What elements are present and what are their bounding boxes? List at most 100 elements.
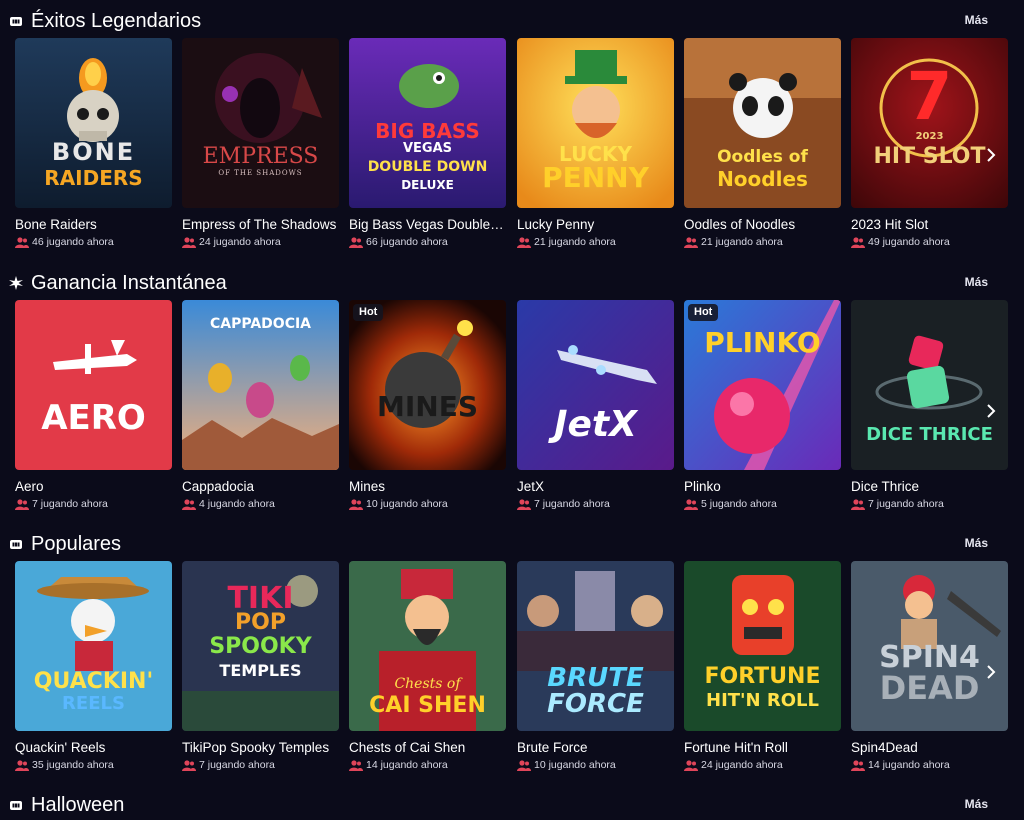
game-carousel: AERO Aero 7 jugando ahora CAPPADOCIA Cap… — [0, 300, 1024, 522]
players-count: 46 jugando ahora — [15, 236, 172, 250]
game-thumbnail: DICE THRICE — [851, 300, 1008, 470]
thumb-subtitle: DOUBLE DOWN — [367, 159, 488, 175]
thumb-title: QUACKIN' — [33, 669, 154, 694]
players-count: 21 jugando ahora — [517, 236, 674, 250]
players-count: 7 jugando ahora — [182, 759, 339, 773]
game-card-chests-of-cai-shen[interactable]: Chests of CAI SHEN Chests of Cai Shen 14… — [349, 561, 506, 783]
game-name: Brute Force — [517, 740, 588, 755]
players-count: 10 jugando ahora — [349, 498, 506, 512]
thumb-title: PLINKO — [704, 326, 821, 359]
carousel-next-button[interactable] — [983, 401, 999, 421]
section-title: Halloween — [31, 794, 125, 816]
more-link[interactable]: Más — [965, 13, 988, 27]
game-thumbnail: QUACKIN' REELS — [15, 561, 172, 731]
section-halloween: Halloween Más — [0, 790, 1024, 819]
thumb-subtitle: OF THE SHADOWS — [218, 169, 303, 177]
thumb-title: MINES — [376, 390, 478, 423]
thumb-title: BRUTE — [547, 663, 644, 693]
thumb-title: BIG BASS — [375, 119, 480, 143]
players-count: 10 jugando ahora — [517, 759, 674, 773]
game-card-fortune-hitn-roll[interactable]: FORTUNE HIT'N ROLL Fortune Hit'n Roll 24… — [684, 561, 841, 783]
game-name: TikiPop Spooky Temples — [182, 740, 330, 755]
game-card-cappadocia[interactable]: CAPPADOCIA Cappadocia 4 jugando ahora — [182, 300, 339, 522]
more-link[interactable]: Más — [965, 797, 988, 811]
game-carousel: BONE RAIDERS Bone Raiders 46 jugando aho… — [0, 38, 1024, 260]
users-icon — [15, 499, 29, 510]
game-card-big-bass-vegas[interactable]: BIG BASS VEGAS DOUBLE DOWN DELUXE Big Ba… — [349, 38, 506, 260]
game-card-oodles-of-noodles[interactable]: Oodles of Noodles Oodles of Noodles 21 j… — [684, 38, 841, 260]
game-name: Mines — [349, 479, 386, 494]
game-name: Plinko — [684, 479, 721, 494]
thumb-subtitle: REELS — [62, 693, 125, 714]
game-card-lucky-penny[interactable]: LUCKY PENNY Lucky Penny 21 jugando ahora — [517, 38, 674, 260]
burst-icon — [9, 276, 23, 290]
players-count: 66 jugando ahora — [349, 236, 506, 250]
players-text: 66 jugando ahora — [366, 236, 448, 248]
game-card-mines[interactable]: MINES Hot Mines 10 jugando ahora — [349, 300, 506, 522]
players-count: 7 jugando ahora — [851, 498, 1008, 512]
thumb-subtitle: TEMPLES — [219, 661, 302, 680]
game-thumbnail: BONE RAIDERS — [15, 38, 172, 208]
section-header: Ganancia Instantánea Más — [0, 268, 1024, 298]
users-icon — [517, 499, 531, 510]
players-text: 14 jugando ahora — [868, 759, 950, 771]
game-name: Bone Raiders — [15, 217, 97, 232]
users-icon — [684, 760, 698, 771]
users-icon — [851, 760, 865, 771]
game-card-empress-of-the-shadows[interactable]: EMPRESS OF THE SHADOWS Empress of The Sh… — [182, 38, 339, 260]
thumb-title: AERO — [41, 398, 146, 438]
thumb-title: FORTUNE — [704, 664, 821, 689]
players-text: 10 jugando ahora — [534, 759, 616, 771]
game-card-brute-force[interactable]: BRUTE FORCE Brute Force 10 jugando ahora — [517, 561, 674, 783]
game-card-aero[interactable]: AERO Aero 7 jugando ahora — [15, 300, 172, 522]
users-icon — [517, 237, 531, 248]
carousel-next-button[interactable] — [983, 662, 999, 682]
section-header: Populares Más — [0, 529, 1024, 559]
users-icon — [851, 499, 865, 510]
users-icon — [349, 499, 363, 510]
game-name: Cappadocia — [182, 479, 255, 494]
thumb-subtitle: DELUXE — [401, 178, 454, 192]
users-icon — [349, 760, 363, 771]
players-count: 14 jugando ahora — [349, 759, 506, 773]
users-icon — [182, 499, 196, 510]
players-count: 14 jugando ahora — [851, 759, 1008, 773]
hot-badge: Hot — [688, 304, 719, 321]
thumb-title: BONE — [51, 138, 136, 166]
game-name: Lucky Penny — [517, 217, 595, 232]
game-name: Fortune Hit'n Roll — [684, 740, 788, 755]
game-card-bone-raiders[interactable]: BONE RAIDERS Bone Raiders 46 jugando aho… — [15, 38, 172, 260]
users-icon — [851, 237, 865, 248]
thumb-subtitle: POP — [235, 610, 286, 635]
thumb-subtitle: HIT'N ROLL — [706, 690, 819, 711]
game-name: Dice Thrice — [851, 479, 920, 494]
users-icon — [15, 237, 29, 248]
game-thumbnail: BIG BASS VEGAS DOUBLE DOWN DELUXE — [349, 38, 506, 208]
game-name: Spin4Dead — [851, 740, 918, 755]
game-name: Quackin' Reels — [15, 740, 106, 755]
users-icon — [15, 760, 29, 771]
players-text: 49 jugando ahora — [868, 236, 950, 248]
game-thumbnail: Chests of CAI SHEN — [349, 561, 506, 731]
game-thumbnail: SPIN4 DEAD — [851, 561, 1008, 731]
players-text: 21 jugando ahora — [534, 236, 616, 248]
players-text: 7 jugando ahora — [199, 759, 275, 771]
game-card-plinko[interactable]: PLINKO Hot Plinko 5 jugando ahora — [684, 300, 841, 522]
thumb-title: DICE THRICE — [866, 424, 993, 445]
game-thumbnail: TIKI POP SPOOKY TEMPLES — [182, 561, 339, 731]
game-icon — [10, 540, 22, 549]
players-count: 24 jugando ahora — [684, 759, 841, 773]
game-card-jetx[interactable]: JetX JetX 7 jugando ahora — [517, 300, 674, 522]
section-header: Éxitos Legendarios Más — [0, 6, 1024, 36]
players-text: 4 jugando ahora — [199, 498, 275, 510]
game-card-quackin-reels[interactable]: QUACKIN' REELS Quackin' Reels 35 jugando… — [15, 561, 172, 783]
carousel-next-button[interactable] — [983, 145, 999, 165]
more-link[interactable]: Más — [965, 536, 988, 550]
game-name: Empress of The Shadows — [182, 217, 337, 232]
players-text: 10 jugando ahora — [366, 498, 448, 510]
more-link[interactable]: Más — [965, 275, 988, 289]
players-count: 4 jugando ahora — [182, 498, 339, 512]
section-title: Ganancia Instantánea — [31, 272, 227, 294]
game-card-tikipop-spooky-temples[interactable]: TIKI POP SPOOKY TEMPLES TikiPop Spooky T… — [182, 561, 339, 783]
players-count: 5 jugando ahora — [684, 498, 841, 512]
